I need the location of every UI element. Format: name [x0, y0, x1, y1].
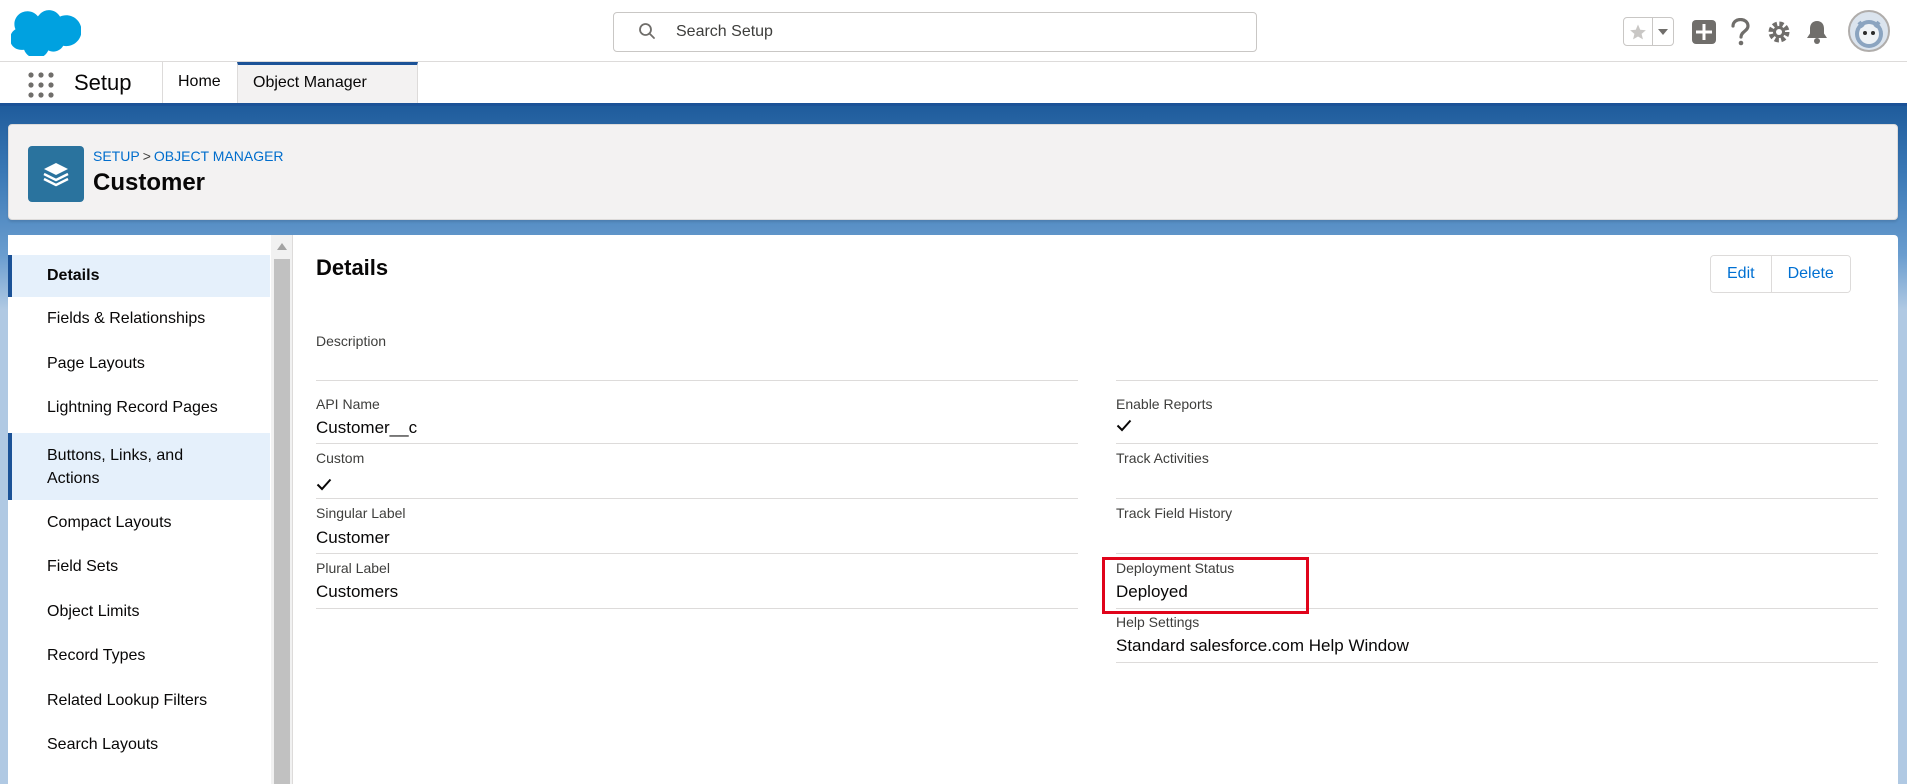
gear-icon: [1768, 21, 1790, 43]
search-box[interactable]: [613, 12, 1257, 52]
sidebar-item-object-limits[interactable]: Object Limits: [8, 589, 270, 634]
scroll-up-button[interactable]: [271, 235, 293, 257]
salesforce-logo-icon[interactable]: [11, 8, 81, 56]
page-header: SETUP > OBJECT MANAGER Customer: [8, 124, 1898, 220]
question-mark-icon: [1731, 18, 1750, 46]
sidebar-item-record-types[interactable]: Record Types: [8, 634, 270, 678]
field-label: API Name: [316, 396, 380, 412]
sidebar-item-page-layouts[interactable]: Page Layouts: [8, 341, 270, 386]
sidebar-item-compact-layouts[interactable]: Compact Layouts: [8, 500, 270, 545]
context-bar: Setup Home Object Manager: [0, 62, 1907, 123]
checkmark-icon: [1116, 419, 1132, 432]
tab-object-manager-label: Object Manager: [253, 74, 367, 91]
field-label: Track Field History: [1116, 505, 1233, 521]
app-name: Setup: [74, 70, 132, 95]
action-button-group: Edit Delete: [1710, 255, 1851, 293]
field-label: Description: [316, 333, 387, 349]
sidebar-item-field-sets[interactable]: Field Sets: [8, 545, 270, 589]
sidebar-item-details[interactable]: Details: [8, 255, 270, 297]
breadcrumb: SETUP > OBJECT MANAGER: [93, 148, 284, 164]
scrollbar-thumb[interactable]: [274, 259, 290, 784]
bell-icon: [1807, 21, 1827, 44]
field-label: Help Settings: [1116, 614, 1200, 630]
global-header: [0, 0, 1907, 62]
field-right-spacer: [1116, 332, 1878, 381]
global-actions-button[interactable]: [1688, 16, 1720, 48]
favorites-dropdown-button[interactable]: [1652, 18, 1673, 45]
favorites-group: [1623, 17, 1674, 46]
star-icon: [1630, 24, 1646, 39]
search-input[interactable]: [676, 13, 1236, 51]
field-label: Enable Reports: [1116, 396, 1213, 412]
caret-down-icon: [1658, 28, 1668, 35]
deployment-status-highlight: [1102, 557, 1309, 614]
layers-icon: [43, 163, 69, 187]
tab-home[interactable]: Home: [162, 62, 236, 103]
field-label: Plural Label: [316, 560, 390, 576]
field-value: Customers: [316, 582, 399, 601]
scroll-up-arrow-icon: [277, 242, 287, 250]
sidebar-item-lightning-record-pages[interactable]: Lightning Record Pages: [8, 386, 270, 430]
help-button[interactable]: [1724, 16, 1756, 48]
plus-icon: [1692, 20, 1716, 44]
app-launcher-icon[interactable]: [28, 72, 54, 98]
field-value: Standard salesforce.com Help Window: [1116, 636, 1409, 655]
checkmark-icon: [316, 478, 332, 491]
tab-object-manager[interactable]: Object Manager: [237, 62, 418, 123]
sidebar-item-fields-relationships[interactable]: Fields & Relationships: [8, 297, 270, 341]
tab-home-label: Home: [178, 73, 221, 90]
field-value: Customer__c: [316, 418, 418, 437]
astro-avatar-icon: [1855, 20, 1883, 48]
delete-button[interactable]: Delete: [1770, 256, 1850, 292]
field-help-settings: Help Settings Standard salesforce.com He…: [1116, 614, 1878, 663]
notifications-button[interactable]: [1801, 16, 1833, 48]
search-icon: [639, 23, 655, 39]
field-api-name: API Name Customer__c: [316, 396, 1078, 444]
details-heading: Details: [316, 255, 389, 280]
setup-gear-button[interactable]: [1763, 16, 1795, 48]
object-icon: [28, 146, 84, 202]
user-avatar[interactable]: [1848, 10, 1890, 52]
field-custom: Custom: [316, 450, 1078, 499]
sidebar-item-buttons-links-actions[interactable]: Buttons, Links, and Actions: [8, 433, 270, 500]
field-label: Singular Label: [316, 505, 406, 521]
sidebar: Details Fields & Relationships Page Layo…: [8, 235, 271, 784]
main-panel: Details Fields & Relationships Page Layo…: [8, 235, 1898, 784]
field-label: Custom: [316, 450, 365, 466]
field-value: Customer: [316, 528, 390, 547]
sidebar-item-related-lookup-filters[interactable]: Related Lookup Filters: [8, 678, 270, 723]
breadcrumb-object-manager-link[interactable]: OBJECT MANAGER: [154, 148, 284, 164]
page-title: Customer: [93, 169, 206, 196]
edit-button[interactable]: Edit: [1711, 256, 1771, 292]
breadcrumb-separator: >: [142, 148, 151, 164]
field-singular-label: Singular Label Customer: [316, 505, 1078, 554]
field-enable-reports: Enable Reports: [1116, 396, 1878, 444]
sidebar-item-search-layouts[interactable]: Search Layouts: [8, 723, 270, 767]
field-track-activities: Track Activities: [1116, 450, 1878, 499]
field-description: Description: [316, 332, 1078, 381]
favorites-star-button[interactable]: [1624, 18, 1652, 45]
field-label: Track Activities: [1116, 450, 1209, 466]
breadcrumb-setup-link[interactable]: SETUP: [93, 148, 140, 164]
field-track-field-history: Track Field History: [1116, 505, 1878, 554]
field-plural-label: Plural Label Customers: [316, 560, 1078, 609]
sidebar-scrollbar[interactable]: [271, 235, 293, 784]
details-content: Details Edit Delete Description API Name…: [294, 235, 1898, 784]
